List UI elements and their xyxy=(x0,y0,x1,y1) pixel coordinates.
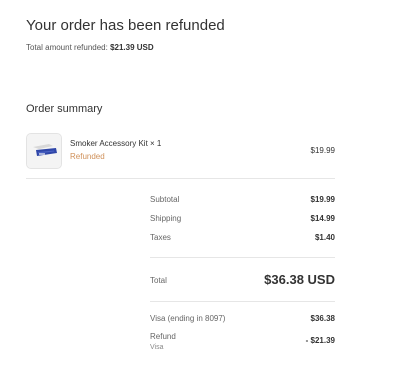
refund-label: Refund xyxy=(150,332,176,341)
page-title: Your order has been refunded xyxy=(26,17,225,34)
total-label: Total xyxy=(150,276,167,285)
shipping-label: Shipping xyxy=(150,214,182,223)
shipping-value: $14.99 xyxy=(310,214,335,223)
order-summary-heading: Order summary xyxy=(26,103,103,115)
divider xyxy=(150,301,335,302)
payment-method-value: $36.38 xyxy=(310,314,335,323)
refund-total-amount: $21.39 USD xyxy=(110,43,154,52)
line-item-price: $19.99 xyxy=(310,146,335,155)
subtotal-value: $19.99 xyxy=(310,195,335,204)
refund-method-label: Visa xyxy=(150,344,164,351)
refund-total-line: Total amount refunded: $21.39 USD xyxy=(26,43,154,52)
taxes-value: $1.40 xyxy=(314,233,335,242)
refund-total-label: Total amount refunded: xyxy=(26,43,108,52)
total-value: $36.38 USD xyxy=(264,272,335,287)
taxes-label: Taxes xyxy=(150,233,171,242)
subtotal-label: Subtotal xyxy=(150,195,180,204)
payment-method-label: Visa (ending in 8097) xyxy=(150,314,226,323)
product-thumbnail xyxy=(26,133,62,169)
refund-value: - $21.39 xyxy=(305,336,335,345)
product-thumbnail-icon xyxy=(27,134,61,168)
line-item-status: Refunded xyxy=(70,152,105,161)
line-item-name: Smoker Accessory Kit × 1 xyxy=(70,139,162,148)
divider xyxy=(26,178,335,179)
divider xyxy=(150,257,335,258)
